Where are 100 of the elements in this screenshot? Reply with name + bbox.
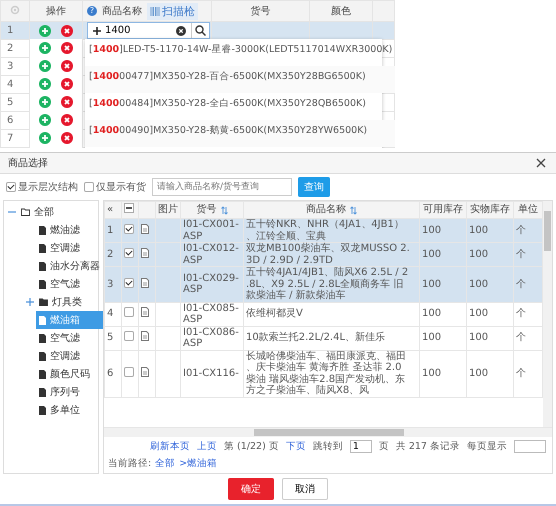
suggestion-item[interactable]: [140000484]MX350-Y28-全白-6500K(MX350Y28QB6500K) [85,93,395,120]
document-icon[interactable] [141,307,149,318]
suggestion-item[interactable]: [140000477]MX350-Y28-百合-6500K(MX350Y28BG6500K) [85,66,395,93]
table-cell: I01-CX086-ASP [183,326,239,349]
table-cell: I01-CX085-ASP [183,302,239,325]
row-number: 3 [7,61,14,72]
previous-link[interactable]: 上页 [197,440,218,453]
document-icon[interactable] [141,248,149,258]
tree-item[interactable]: 灯具类 [36,293,103,311]
add-icon[interactable] [92,26,102,36]
row-number: 3 [107,278,114,290]
next-link[interactable]: 下页 [286,440,306,453]
delete-icon[interactable] [61,114,73,126]
checkbox-label[interactable]: 仅显示有货 [96,180,146,194]
delete-icon[interactable] [61,132,73,144]
document-icon[interactable] [141,278,149,288]
cancel-button[interactable]: 取消 [282,478,328,500]
table-cell: 个 [516,248,526,260]
search-box[interactable]: 1400 [87,22,210,39]
row-number: 2 [7,43,14,54]
sort-icon[interactable] [350,206,357,214]
delete-icon[interactable] [61,24,73,36]
delete-icon[interactable] [61,78,73,90]
close-icon[interactable] [536,158,546,168]
scrollbar[interactable] [104,427,552,437]
document-icon[interactable] [141,331,149,342]
table-cell: 个 [516,224,526,236]
table-cell: I01-CX029-ASP [183,272,239,296]
row-checkbox[interactable] [124,278,134,288]
clear-icon[interactable] [176,26,186,36]
refresh-link[interactable]: 刷新本页 [150,440,190,453]
page-info: 第 (1/22) 页 [224,440,279,453]
column-header: 货号 [250,6,270,17]
select-all-checkbox[interactable] [124,203,134,214]
checkbox-label[interactable]: 显示层次结构 [18,180,78,194]
row-checkbox[interactable] [124,224,134,234]
suggestion-item[interactable]: [1400]LED-T5-1170-14W-星睿-3000K(LEDT5117014WXR3000K) [85,39,395,66]
table-cell: 100 [422,278,442,290]
column-header: 图片 [158,204,178,216]
search-icon[interactable] [195,25,206,36]
table-cell: 100 [469,308,488,320]
grid-row[interactable]: 1 1400 [0,22,394,40]
checkbox[interactable] [84,182,94,192]
column-header: 颜色 [331,6,351,17]
tree-item[interactable]: 颜色尺码 [36,365,103,383]
row-number: 1 [107,224,114,236]
page-size-field[interactable] [514,440,546,453]
row-checkbox[interactable] [124,331,134,342]
expand-icon[interactable] [26,298,34,306]
help-icon[interactable]: ? [87,6,97,16]
path-label: 当前路径: [108,457,152,470]
row-number: 4 [107,308,114,320]
tree-item[interactable]: 空气滤 [36,275,103,293]
path-link[interactable]: >燃油箱 [179,457,218,470]
table-cell: 个 [516,308,526,320]
column-header: 单位 [518,204,538,216]
suggestion-item[interactable]: [140000490]MX350-Y28-鹅黄-6500K(MX350Y28YW6500K) [85,120,395,147]
row-checkbox[interactable] [124,307,134,318]
column-header: 可用库存 [423,204,463,216]
table-cell: I01-CX116- [183,368,239,379]
document-icon[interactable] [141,366,149,377]
row-checkbox[interactable] [124,248,134,258]
tree-item[interactable]: 空气滤 [36,329,103,347]
table-cell: 100 [469,278,488,290]
sort-icon[interactable] [220,206,228,214]
tree-item[interactable]: 序列号 [36,383,103,401]
table-cell: 100 [422,224,442,236]
table-cell: 100 [469,248,488,260]
confirm-button[interactable]: 确定 [228,478,274,500]
table-cell: 个 [516,278,526,290]
row-number: 6 [107,368,114,379]
table-cell: I01-CX001-ASP [183,219,239,242]
checkbox[interactable] [6,182,16,192]
page-field[interactable]: 1 [350,440,372,453]
row-checkbox[interactable] [124,366,134,377]
scanner-button[interactable]: 扫描枪 [147,2,198,20]
tree-item[interactable]: 燃油滤 [36,221,103,239]
row-number: 4 [7,79,14,90]
document-icon[interactable] [141,224,149,234]
search-field[interactable]: 请输入商品名称/货号查询 [152,178,292,196]
delete-icon[interactable] [61,96,73,108]
column-header: 商品名称 [306,204,346,216]
table-cell: 10款索兰托2.2L/2.4L、新佳乐 [246,332,386,344]
page-size-label: 每页显示 [467,440,507,453]
tree-item[interactable]: 全部 [18,203,103,221]
scrollbar[interactable] [543,201,552,427]
path-link[interactable]: 全部 [155,457,176,470]
table-cell: 100 [469,332,488,344]
tree-item[interactable]: 油水分离器 [36,257,103,275]
tree-item[interactable]: 空调滤 [36,347,103,365]
record-total: 共 217 条记录 [396,440,460,453]
table-cell: 100 [422,248,442,260]
row-number: 7 [7,133,14,144]
page-unit: 页 [378,440,389,453]
row-number: 5 [7,97,14,108]
tree-item[interactable]: 多单位 [36,401,103,419]
delete-icon[interactable] [61,60,73,72]
tree-item[interactable]: 空调滤 [36,239,103,257]
table-cell: 100 [469,224,488,236]
delete-icon[interactable] [61,42,73,54]
